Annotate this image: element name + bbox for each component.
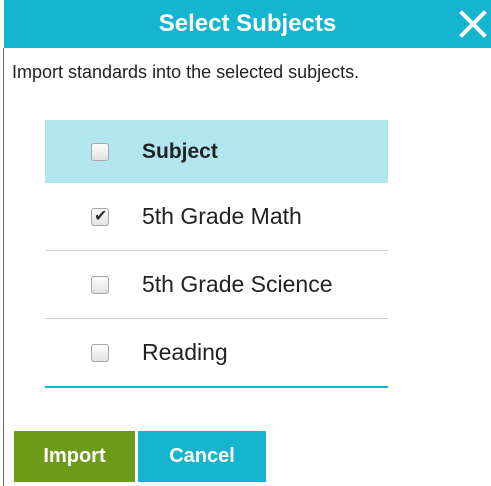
checkmark-icon: ✔ [94, 208, 108, 225]
dialog-description: Import standards into the selected subje… [12, 62, 360, 82]
subject-checkbox-reading[interactable] [91, 344, 109, 362]
dialog-title: Select Subjects [158, 10, 337, 37]
subject-label: 5th Grade Science [142, 271, 333, 297]
select-subjects-dialog: Select Subjects Import standards into th… [0, 0, 491, 486]
subject-column-header: Subject [142, 140, 218, 163]
select-all-checkbox[interactable] [91, 143, 109, 161]
table-row: ✔ 5th Grade Math [45, 183, 388, 251]
table-row: Reading [45, 319, 388, 388]
close-button[interactable] [456, 7, 490, 41]
subject-checkbox-5th-grade-science[interactable] [91, 276, 109, 294]
subject-checkbox-5th-grade-math[interactable]: ✔ [91, 208, 109, 226]
table-header-row: Subject [45, 120, 388, 183]
import-button[interactable]: Import [14, 431, 135, 482]
subject-label: 5th Grade Math [142, 203, 302, 229]
dialog-titlebar: Select Subjects [4, 0, 491, 48]
subject-label: Reading [142, 339, 228, 365]
subjects-table: Subject ✔ 5th Grade Math 5th Grade Scien… [45, 120, 388, 388]
table-row: 5th Grade Science [45, 251, 388, 319]
cancel-button[interactable]: Cancel [138, 431, 266, 482]
dialog-left-border [3, 48, 4, 486]
close-icon [459, 10, 487, 38]
